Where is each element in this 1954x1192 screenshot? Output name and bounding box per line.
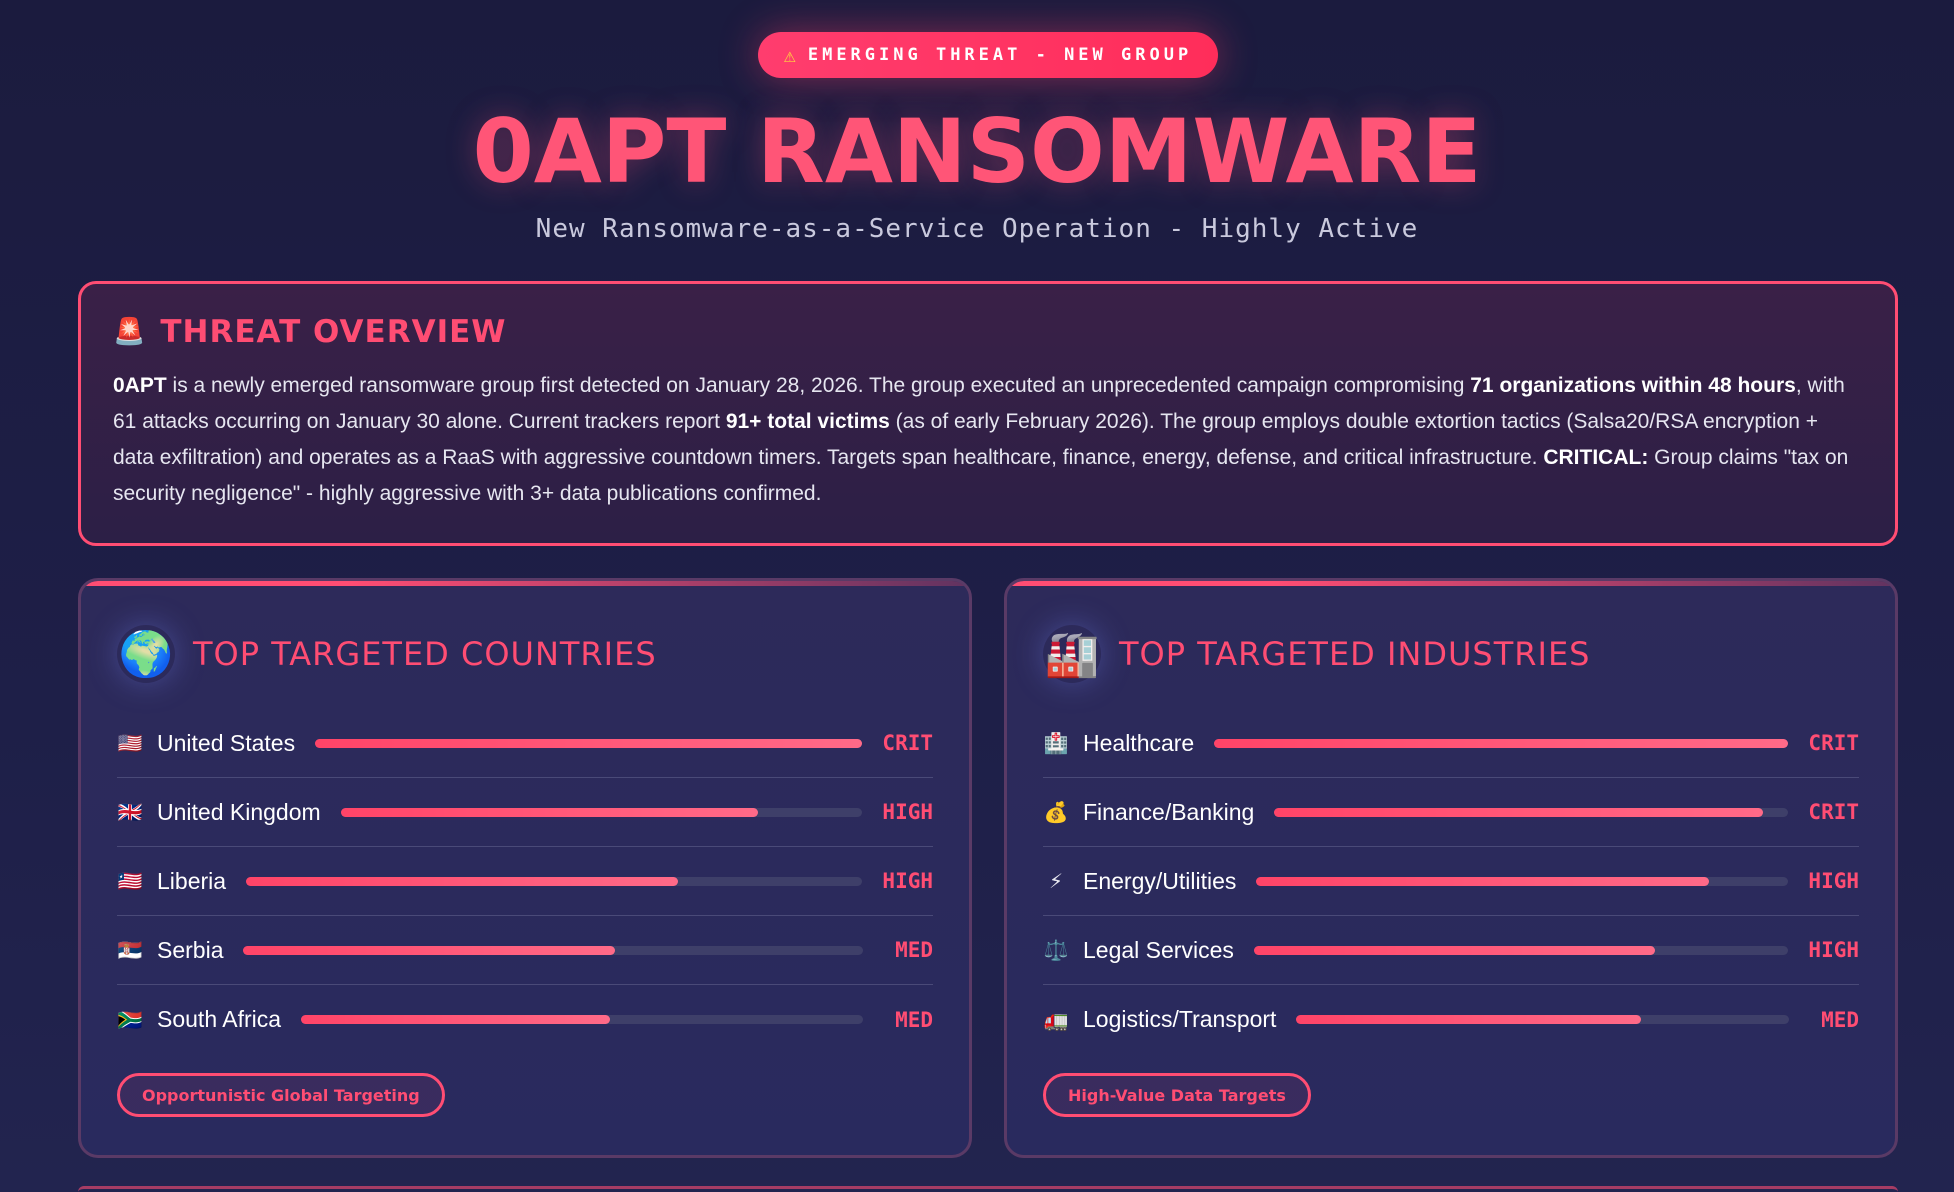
countries-tag[interactable]: Opportunistic Global Targeting bbox=[117, 1073, 445, 1117]
globe-icon: 🌍 bbox=[117, 625, 175, 683]
severity-level: MED bbox=[895, 938, 933, 962]
severity-bar-fill bbox=[243, 945, 616, 955]
severity-bar-fill bbox=[340, 807, 759, 817]
severity-bar bbox=[1256, 876, 1789, 886]
severity-bar bbox=[246, 876, 863, 886]
severity-level: HIGH bbox=[1808, 869, 1859, 893]
item-label: Liberia bbox=[157, 867, 227, 894]
industries-heading: TOP TARGETED INDUSTRIES bbox=[1119, 635, 1591, 673]
industries-header: 🏭 TOP TARGETED INDUSTRIES bbox=[1043, 625, 1590, 683]
severity-level: CRIT bbox=[1808, 731, 1859, 755]
item-icon: 💰 bbox=[1043, 800, 1069, 824]
item-label: United Kingdom bbox=[157, 798, 321, 825]
severity-level: CRIT bbox=[882, 731, 933, 755]
severity-level: MED bbox=[895, 1007, 933, 1032]
severity-level: HIGH bbox=[882, 869, 933, 893]
severity-level: HIGH bbox=[1808, 938, 1859, 962]
industries-panel: 🏭 TOP TARGETED INDUSTRIES 🏥 Healthcare CRI… bbox=[1004, 578, 1898, 1158]
item-label: Energy/Utilities bbox=[1083, 867, 1237, 894]
factory-icon: 🏭 bbox=[1043, 625, 1101, 683]
badge-text: EMERGING THREAT - NEW GROUP bbox=[807, 45, 1193, 65]
list-item: 🇺🇸 United States CRIT bbox=[117, 709, 933, 778]
item-icon: ⚡ bbox=[1048, 869, 1064, 893]
page-subtitle: New Ransomware-as-a-Service Operation - … bbox=[535, 214, 1419, 244]
countries-panel: 🌍 TOP TARGETED COUNTRIES 🇺🇸 United States… bbox=[78, 578, 972, 1158]
warning-icon: ⚠ bbox=[783, 43, 796, 67]
countries-heading: TOP TARGETED COUNTRIES bbox=[193, 635, 657, 673]
severity-bar-fill bbox=[1296, 1015, 1642, 1024]
item-icon: 🏥 bbox=[1043, 731, 1069, 755]
severity-bar bbox=[301, 1015, 863, 1024]
item-icon: 🇿🇦 bbox=[117, 1007, 143, 1032]
item-label: Legal Services bbox=[1083, 936, 1234, 963]
countries-list: 🇺🇸 United States CRIT 🇬🇧 United Kingdom HIGH 🇱… bbox=[117, 709, 933, 1054]
item-icon: 🇷🇸 bbox=[117, 938, 143, 962]
severity-bar-fill bbox=[1214, 738, 1789, 748]
overview-text: 0APT is a newly emerged ransomware group… bbox=[113, 368, 1863, 512]
item-label: South Africa bbox=[157, 1006, 282, 1032]
item-label: Healthcare bbox=[1083, 729, 1195, 756]
severity-bar bbox=[243, 945, 863, 955]
overview-text-1: is a newly emerged ransomware group firs… bbox=[166, 374, 1471, 397]
severity-bar bbox=[1274, 807, 1789, 817]
item-icon: 🚛 bbox=[1043, 1007, 1069, 1032]
list-item: 🇱🇷 Liberia HIGH bbox=[117, 847, 933, 916]
overview-heading-text: THREAT OVERVIEW bbox=[160, 314, 507, 350]
severity-bar bbox=[1214, 738, 1789, 748]
severity-level: MED bbox=[1821, 1007, 1859, 1032]
item-icon: 🇬🇧 bbox=[117, 800, 143, 824]
overview-bold-4: CRITICAL: bbox=[1543, 446, 1649, 469]
threat-badge: ⚠ EMERGING THREAT - NEW GROUP bbox=[758, 32, 1218, 78]
item-icon: ⚖️ bbox=[1043, 938, 1069, 962]
list-item: 🚛 Logistics/Transport MED bbox=[1043, 985, 1859, 1054]
threat-overview-card: 🚨 THREAT OVERVIEW 0APT is a newly emerge… bbox=[78, 281, 1898, 546]
list-item: 🇷🇸 Serbia MED bbox=[117, 916, 933, 985]
countries-header: 🌍 TOP TARGETED COUNTRIES bbox=[117, 625, 657, 683]
item-label: Serbia bbox=[157, 936, 224, 963]
list-item: ⚡ Energy/Utilities HIGH bbox=[1043, 847, 1859, 916]
item-label: Logistics/Transport bbox=[1083, 1006, 1277, 1032]
item-icon: 🇺🇸 bbox=[117, 731, 143, 755]
overview-bold-1: 0APT bbox=[113, 374, 167, 397]
industries-tag[interactable]: High-Value Data Targets bbox=[1043, 1073, 1311, 1117]
list-item: 🏥 Healthcare CRIT bbox=[1043, 709, 1859, 778]
siren-icon: 🚨 bbox=[113, 317, 147, 347]
severity-bar-fill bbox=[1274, 807, 1763, 817]
item-icon: 🇱🇷 bbox=[117, 869, 143, 893]
industries-list: 🏥 Healthcare CRIT 💰 Finance/Banking CRIT ⚡ Ener… bbox=[1043, 709, 1859, 1054]
next-section-edge bbox=[78, 1186, 1898, 1192]
overview-bold-3: 91+ total victims bbox=[725, 410, 890, 433]
overview-bold-2: 71 organizations within 48 hours bbox=[1470, 374, 1796, 397]
severity-bar-fill bbox=[1253, 945, 1655, 955]
page-title: 0APT RANSOMWARE bbox=[472, 100, 1482, 203]
list-item: ⚖️ Legal Services HIGH bbox=[1043, 916, 1859, 985]
severity-bar-fill bbox=[1256, 876, 1709, 886]
list-item: 🇿🇦 South Africa MED bbox=[117, 985, 933, 1054]
severity-bar-fill bbox=[315, 738, 863, 748]
overview-heading: 🚨 THREAT OVERVIEW bbox=[113, 314, 1863, 350]
list-item: 🇬🇧 United Kingdom HIGH bbox=[117, 778, 933, 847]
severity-bar-fill bbox=[246, 876, 678, 886]
severity-bar bbox=[340, 807, 863, 817]
severity-bar bbox=[1296, 1015, 1789, 1024]
severity-bar bbox=[315, 738, 863, 748]
severity-bar bbox=[1253, 945, 1789, 955]
severity-level: CRIT bbox=[1808, 800, 1859, 824]
severity-bar-fill bbox=[301, 1015, 611, 1024]
item-label: Finance/Banking bbox=[1083, 798, 1255, 825]
severity-level: HIGH bbox=[882, 800, 933, 824]
list-item: 💰 Finance/Banking CRIT bbox=[1043, 778, 1859, 847]
item-label: United States bbox=[157, 729, 296, 756]
